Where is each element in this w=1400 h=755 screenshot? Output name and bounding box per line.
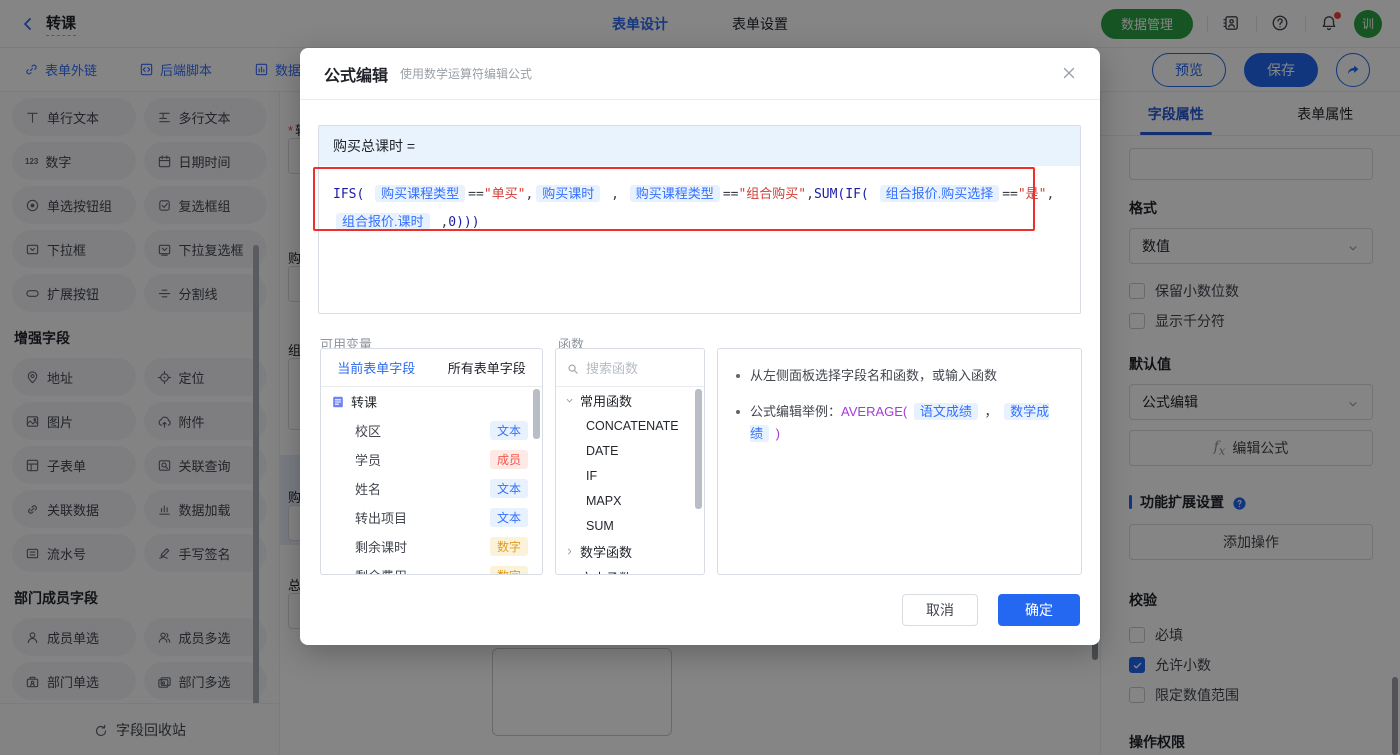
formula-field-token[interactable]: 购买课时 (536, 185, 601, 202)
search-icon (566, 361, 580, 375)
formula-text: == (722, 187, 739, 202)
search-icon (568, 364, 578, 374)
field-type-badge: 数字 (489, 537, 528, 556)
formula-text: SUM(IF( (813, 187, 877, 202)
function-item[interactable]: SUM (556, 513, 704, 538)
formula-field-token[interactable]: 语文成绩 (913, 403, 978, 420)
search-placeholder: 搜索函数 (586, 361, 639, 376)
variables-tab[interactable]: 当前表单字段 (321, 349, 432, 386)
functions-scrollbar[interactable] (695, 389, 702, 509)
bullet (736, 410, 740, 414)
tip-line-2: 公式编辑举例：AVERAGE( 语文成绩 ， 数学成绩 ) (750, 403, 1050, 442)
variables-tab[interactable]: 所有表单字段 (432, 349, 543, 386)
formula-field-token[interactable]: 组合报价.购买选择 (879, 185, 1000, 202)
close-icon (1063, 67, 1075, 79)
function-group[interactable]: 常用函数 (556, 387, 704, 413)
app-window: 转课 表单设计表单设置 数据管理 训 表单外链后端脚本数据权限 预览 保存 单行… (0, 0, 1400, 755)
cancel-button[interactable]: 取消 (902, 594, 978, 626)
formula-text: == (468, 187, 484, 202)
variable-row[interactable]: 姓名 文本 (321, 474, 542, 503)
function-search-input[interactable]: 搜索函数 (556, 349, 704, 387)
field-type-badge: 文本 (489, 508, 528, 527)
field-type-badge: 文本 (489, 479, 528, 498)
field-type-badge: 数字 (489, 566, 528, 574)
variable-row[interactable]: 剩余费用数字 (321, 561, 542, 574)
chevron-right-icon (564, 572, 575, 576)
variables-scrollbar[interactable] (533, 389, 540, 439)
formula-text: 0 (448, 215, 457, 230)
tips-panel: 从左侧面板选择字段名和函数，或输入函数 公式编辑举例：AVERAGE( 语文成绩… (717, 348, 1082, 575)
function-group[interactable]: 数学函数 (556, 538, 704, 564)
formula-text: == (1002, 187, 1018, 202)
variable-row[interactable]: 剩余课时 数字 (321, 532, 542, 561)
formula-field-token[interactable]: 购买课程类型 (629, 185, 720, 202)
chevron-down-icon (566, 398, 573, 402)
formula-text: , (603, 187, 627, 202)
formula-editor: 购买总课时 = IFS( 购买课程类型 =="单买", 购买课时 , 购买课程类型 =… (318, 125, 1081, 314)
formula-field-token[interactable]: 购买课程类型 (375, 185, 466, 202)
function-item[interactable]: MAPX (556, 488, 704, 513)
variable-row[interactable]: 转出项目 文本 (321, 503, 542, 532)
modal-subtitle: 使用数学运算符编辑公式 (400, 67, 533, 81)
function-item[interactable]: DATE (556, 438, 704, 463)
formula-field-token[interactable]: 组合报价.课时 (336, 213, 430, 230)
variables-form-row[interactable]: 转课 (321, 387, 542, 416)
formula-text: "组合购买" (738, 187, 807, 202)
form-doc-icon (333, 396, 343, 407)
function-item[interactable]: CONCATENATE (556, 413, 704, 438)
formula-text: , (806, 187, 814, 202)
formula-text: , (432, 215, 449, 230)
function-group[interactable]: 文本函数 (556, 564, 704, 575)
formula-output-label: 购买总课时 = (319, 126, 1080, 166)
confirm-button[interactable]: 确定 (998, 594, 1080, 626)
close-icon[interactable] (1060, 64, 1078, 82)
formula-text: "单买" (483, 187, 526, 202)
formula-text: ))) (456, 215, 480, 230)
field-type-badge: 成员 (489, 450, 528, 469)
variables-panel: 当前表单字段所有表单字段 转课校区文本学员成员姓名文本转出项目文本剩余课时数字剩… (320, 348, 543, 575)
variable-row[interactable]: 学员 成员 (321, 445, 542, 474)
variable-row[interactable]: 校区 文本 (321, 416, 542, 445)
function-item[interactable]: IF (556, 463, 704, 488)
formula-text: , (1046, 187, 1055, 202)
chevron-right-icon (568, 548, 572, 554)
formula-text: ) (772, 426, 780, 441)
formula-text: ， (980, 404, 1002, 419)
bullet (736, 374, 740, 378)
formula-text: IFS( (333, 187, 373, 202)
modal-title: 公式编辑 (324, 67, 389, 85)
formula-text: AVERAGE( (841, 404, 911, 419)
field-type-badge: 文本 (489, 421, 528, 440)
formula-text: , (525, 187, 534, 202)
formula-editor-modal: 公式编辑 使用数学运算符编辑公式 购买总课时 = IFS( 购买课程类型 =="单… (300, 48, 1100, 645)
functions-panel: 搜索函数 常用函数CONCATENATEDATEIFMAPXSUM数学函数文本函… (555, 348, 705, 575)
formula-text: "是" (1017, 187, 1047, 202)
formula-input[interactable]: IFS( 购买课程类型 =="单买", 购买课时 , 购买课程类型 =="组合购买",… (319, 166, 1080, 313)
tip-line-1: 从左侧面板选择字段名和函数，或输入函数 (750, 368, 998, 383)
